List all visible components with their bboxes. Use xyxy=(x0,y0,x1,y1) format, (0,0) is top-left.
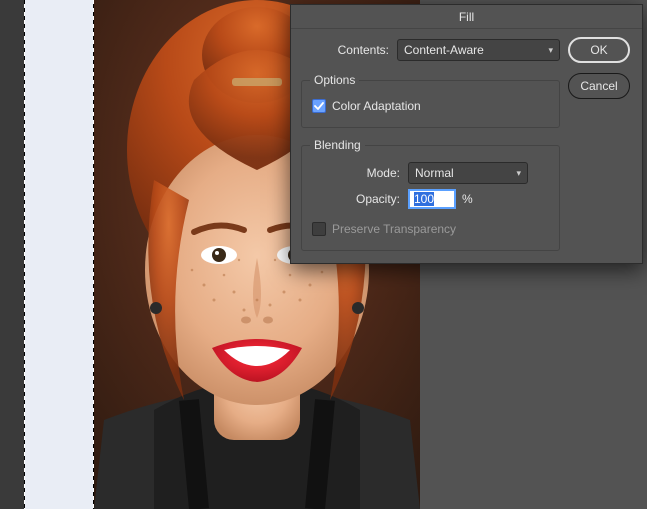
contents-value: Content-Aware xyxy=(404,43,484,57)
options-group: Options Color Adaptation xyxy=(301,73,560,128)
contents-select[interactable]: Content-Aware ▾ xyxy=(397,39,560,61)
contents-label: Contents: xyxy=(301,43,397,57)
blending-legend: Blending xyxy=(310,138,365,152)
color-adaptation-checkbox[interactable] xyxy=(312,99,326,113)
dialog-titlebar[interactable]: Fill xyxy=(291,5,642,29)
options-legend: Options xyxy=(310,73,359,87)
blending-group: Blending Mode: Normal ▾ Opacity: % xyxy=(301,138,560,251)
preserve-transparency-checkbox xyxy=(312,222,326,236)
selection-region xyxy=(24,0,94,509)
color-adaptation-label: Color Adaptation xyxy=(332,99,421,113)
mode-label: Mode: xyxy=(312,166,408,180)
opacity-input[interactable] xyxy=(408,189,456,209)
chevron-down-icon: ▾ xyxy=(516,168,521,179)
mode-select[interactable]: Normal ▾ xyxy=(408,162,528,184)
marching-ants-left xyxy=(24,0,25,509)
ok-button[interactable]: OK xyxy=(568,37,630,63)
opacity-label: Opacity: xyxy=(312,192,408,206)
dialog-title: Fill xyxy=(459,10,474,24)
chevron-down-icon: ▾ xyxy=(548,45,553,56)
cancel-button[interactable]: Cancel xyxy=(568,73,630,99)
preserve-transparency-label: Preserve Transparency xyxy=(332,222,456,236)
fill-dialog: Fill Contents: Content-Aware ▾ Options C… xyxy=(290,4,643,264)
mode-value: Normal xyxy=(415,166,454,180)
opacity-unit: % xyxy=(462,192,473,206)
